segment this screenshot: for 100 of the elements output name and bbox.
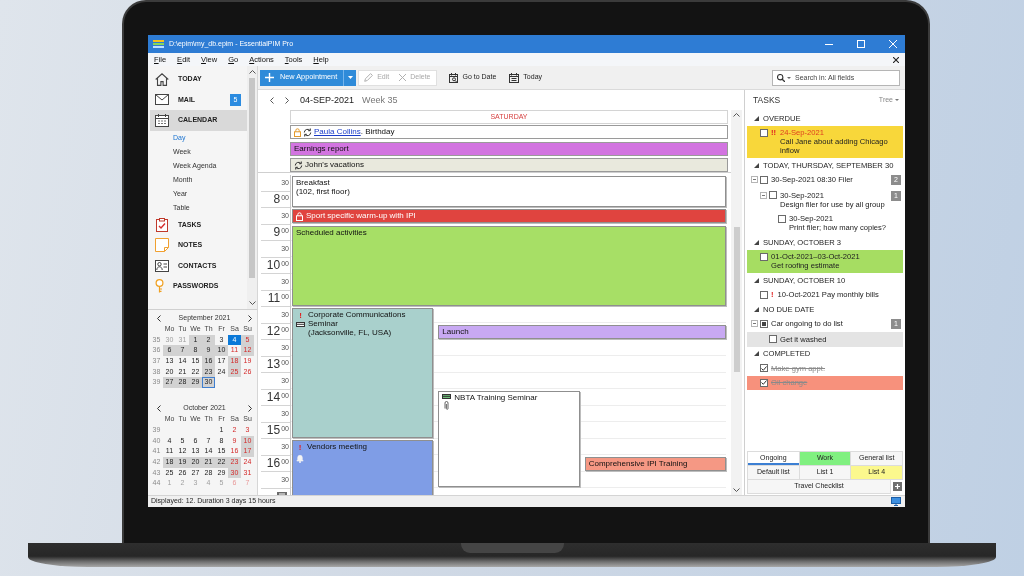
padlock-icon xyxy=(294,127,301,137)
maximize-icon[interactable] xyxy=(857,40,865,48)
priority-mark: ! xyxy=(299,311,302,320)
event-title: Paula Collins. Birthday xyxy=(314,127,395,137)
minus-box-icon[interactable] xyxy=(751,320,758,328)
dropdown-button[interactable] xyxy=(343,69,357,86)
caret-down-icon xyxy=(895,99,899,101)
sticky-note-icon xyxy=(155,238,169,253)
circular-arrows-icon xyxy=(294,160,303,170)
triangle-icon[interactable] xyxy=(754,351,759,357)
event-location: (Jacksonville, FL, USA) xyxy=(308,328,393,337)
chevron-right-icon[interactable] xyxy=(248,315,252,322)
clipboard-check-icon xyxy=(155,217,169,232)
calendar-icon xyxy=(155,113,169,127)
checkbox[interactable] xyxy=(760,175,768,184)
checkbox[interactable] xyxy=(760,319,768,328)
minimize-icon[interactable] xyxy=(825,43,833,45)
event-block[interactable]: NBTA Training Seminar xyxy=(438,390,580,487)
event-block[interactable]: Scheduled activities xyxy=(292,225,726,306)
all-day-event[interactable]: Paula Collins. Birthday xyxy=(290,125,728,139)
chevron-right-icon[interactable] xyxy=(248,405,252,413)
chevron-down-icon[interactable] xyxy=(733,488,740,492)
hour-label: 9 xyxy=(273,226,281,239)
checkbox[interactable] xyxy=(769,335,777,344)
scrollbar-thumb[interactable] xyxy=(733,227,740,372)
circular-arrows-icon xyxy=(303,127,312,137)
bell-icon xyxy=(296,454,304,463)
bar-icon[interactable] xyxy=(277,491,287,495)
event-block[interactable]: Comprehensive IPI Training xyxy=(584,456,726,471)
checkbox[interactable] xyxy=(760,364,768,373)
minus-box-icon[interactable] xyxy=(760,191,767,199)
checkbox[interactable] xyxy=(769,191,777,200)
hour-label: 16 xyxy=(266,457,281,470)
all-day-event[interactable]: John's vacations xyxy=(290,158,728,172)
monitor-icon xyxy=(891,497,901,506)
cross-icon xyxy=(399,74,407,81)
event-title: Breakfast xyxy=(296,178,331,187)
chevron-up-icon[interactable] xyxy=(248,70,256,74)
chevron-down-icon[interactable] xyxy=(248,301,256,305)
chevron-left-icon[interactable] xyxy=(157,405,161,413)
chevron-up-icon[interactable] xyxy=(733,113,740,117)
event-block[interactable]: ! Vendors meeting xyxy=(292,440,434,495)
event-title: Launch xyxy=(442,326,469,336)
card-icon xyxy=(296,322,305,327)
stacked-bars-icon xyxy=(153,40,164,48)
caret-down-icon xyxy=(347,76,353,79)
chevron-left-icon[interactable] xyxy=(157,315,161,322)
hour-label: 14 xyxy=(266,391,281,404)
priority-mark: ! xyxy=(298,443,302,452)
event-block[interactable]: Breakfast (102, first floor) xyxy=(292,176,726,207)
calendar-search-icon xyxy=(448,72,459,83)
event-title: Sport specific warm-up with IPI xyxy=(306,211,416,220)
close-icon[interactable] xyxy=(893,56,899,63)
plus-square-icon[interactable] xyxy=(893,481,902,491)
event-title: NBTA Training Seminar xyxy=(454,392,538,402)
event-block[interactable]: ! Corporate Communications Seminar (Jacksonville, FL, USA) xyxy=(292,308,434,438)
event-title: John's vacations xyxy=(305,160,364,170)
checkbox[interactable] xyxy=(778,214,786,223)
card-icon xyxy=(442,393,452,399)
chevron-left-icon[interactable] xyxy=(270,96,274,104)
chevron-right-icon[interactable] xyxy=(285,96,289,104)
week-label: Week 35 xyxy=(362,94,398,106)
scrollbar-thumb[interactable] xyxy=(249,78,255,278)
key-icon xyxy=(155,279,164,294)
paperclip-icon xyxy=(444,400,450,410)
triangle-icon[interactable] xyxy=(754,115,759,121)
checkbox[interactable] xyxy=(760,378,768,387)
date-title: 04-SEP-2021 xyxy=(300,94,355,106)
caret-down-icon[interactable] xyxy=(787,76,791,79)
house-icon xyxy=(155,72,169,86)
event-block[interactable]: Launch xyxy=(438,324,726,339)
event-block[interactable]: Sport specific warm-up with IPI xyxy=(292,209,726,223)
checkbox[interactable] xyxy=(760,128,768,137)
event-title: Corporate Communications Seminar xyxy=(308,310,407,328)
triangle-icon[interactable] xyxy=(754,277,759,283)
event-title: Comprehensive IPI Training xyxy=(588,458,688,468)
hour-label: 15 xyxy=(266,424,281,437)
triangle-icon[interactable] xyxy=(754,306,759,312)
hour-label: 8 xyxy=(273,193,281,206)
hour-label: 10 xyxy=(266,259,281,272)
hour-label: 11 xyxy=(267,292,281,305)
all-day-event[interactable]: Earnings report xyxy=(290,141,728,156)
event-location: (102, first floor) xyxy=(296,187,350,196)
contact-link[interactable]: Paula Collins xyxy=(314,127,361,137)
triangle-icon[interactable] xyxy=(754,162,759,168)
checkbox[interactable] xyxy=(760,290,768,299)
hour-label: 13 xyxy=(266,358,281,371)
plus-icon xyxy=(265,73,274,82)
contact-card-icon xyxy=(155,259,169,272)
search-icon[interactable] xyxy=(777,73,785,82)
checkbox[interactable] xyxy=(760,252,768,261)
event-title: Vendors meeting xyxy=(307,442,368,451)
event-title: Earnings report xyxy=(294,143,349,154)
envelope-icon xyxy=(155,94,169,106)
event-title: Scheduled activities xyxy=(296,227,367,237)
panel-title: TASKS xyxy=(753,94,781,106)
minus-box-icon[interactable] xyxy=(751,176,758,184)
pencil-icon xyxy=(364,73,374,82)
triangle-icon[interactable] xyxy=(754,239,759,245)
padlock-icon xyxy=(296,212,303,221)
